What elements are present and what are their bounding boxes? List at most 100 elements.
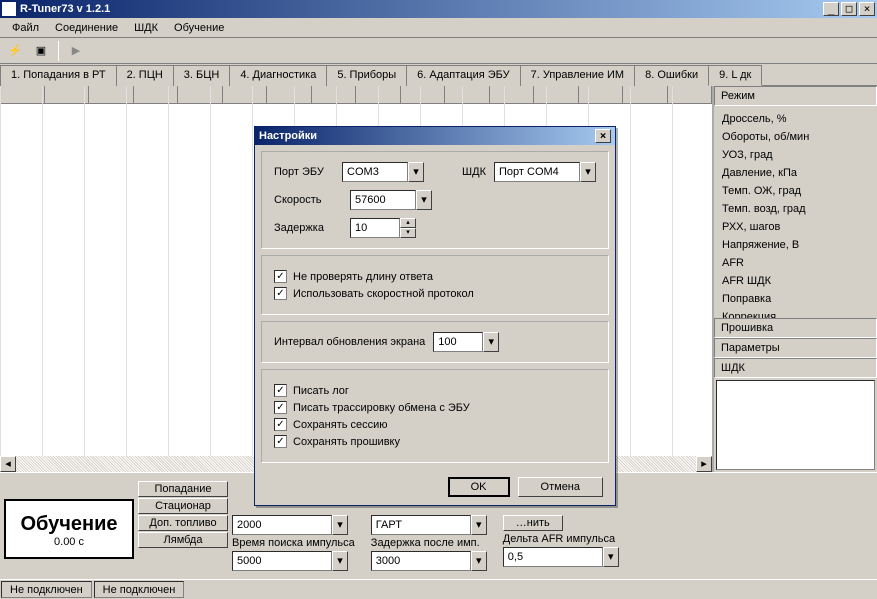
menu-shdk[interactable]: ШДК: [126, 20, 166, 36]
tab-control[interactable]: 7. Управление ИМ: [520, 65, 636, 86]
chk-fast-proto[interactable]: ✓: [274, 287, 287, 300]
menu-file[interactable]: Файл: [4, 20, 47, 36]
statusbar: Не подключен Не подключен: [0, 579, 877, 599]
chevron-down-icon[interactable]: ▾: [416, 190, 432, 210]
port-select[interactable]: [342, 162, 408, 182]
field1-input[interactable]: [232, 551, 332, 571]
dialog-close-icon[interactable]: ×: [595, 129, 611, 143]
status-2: Не подключен: [94, 581, 185, 598]
maximize-button[interactable]: □: [841, 2, 857, 16]
side-firmware-header[interactable]: Прошивка: [714, 318, 877, 338]
connect-icon[interactable]: ⚡: [4, 40, 26, 62]
teach-label: Обучение: [6, 513, 132, 536]
tab-hits[interactable]: 1. Попадания в РТ: [0, 65, 117, 86]
shdk-label: ШДК: [462, 166, 486, 178]
window-title: R-Tuner73 v 1.2.1: [20, 3, 821, 15]
chevron-down-icon[interactable]: ▾: [471, 515, 487, 535]
param-throttle[interactable]: Дроссель, %: [718, 110, 873, 128]
param-uoz[interactable]: УОЗ, град: [718, 146, 873, 164]
dialog-title: Настройки: [259, 130, 317, 142]
chk-fast-proto-label: Использовать скоростной протокол: [293, 288, 474, 300]
toolbar: ⚡ ▣ ▶: [0, 38, 877, 64]
minimize-button[interactable]: _: [823, 2, 839, 16]
hit-button[interactable]: Попадание: [138, 481, 228, 497]
titlebar: R-Tuner73 v 1.2.1 _ □ ×: [0, 0, 877, 18]
chevron-down-icon[interactable]: ▾: [332, 515, 348, 535]
tab-bcn[interactable]: 3. БЦН: [173, 65, 231, 86]
chk-trace-label: Писать трассировку обмена с ЭБУ: [293, 402, 470, 414]
side-parameters-header[interactable]: Параметры: [714, 338, 877, 358]
side-shdk-header[interactable]: ШДК: [714, 358, 877, 378]
field3-label: Дельта AFR импульса: [503, 533, 619, 545]
chk-save-session-label: Сохранять сессию: [293, 419, 388, 431]
tab-gauges[interactable]: 5. Приборы: [326, 65, 407, 86]
param-correction[interactable]: Поправка: [718, 290, 873, 308]
tab-errors[interactable]: 8. Ошибки: [634, 65, 709, 86]
speed-label: Скорость: [274, 194, 342, 206]
chevron-down-icon[interactable]: ▾: [332, 551, 348, 571]
param-afr[interactable]: AFR: [718, 254, 873, 272]
main-tabs: 1. Попадания в РТ 2. ПЦН 3. БЦН 4. Диагн…: [0, 64, 877, 86]
speed-select[interactable]: [350, 190, 416, 210]
lambda-button[interactable]: Лямбда: [138, 532, 228, 548]
chevron-down-icon[interactable]: ▾: [408, 162, 424, 182]
chk-save-fw-label: Сохранять прошивку: [293, 436, 400, 448]
param-rpm[interactable]: Обороты, об/мин: [718, 128, 873, 146]
record-icon[interactable]: ▣: [30, 40, 52, 62]
scroll-right-icon[interactable]: ▸: [696, 456, 712, 472]
settings-dialog: Настройки × Порт ЭБУ ▾ ШДК ▾ Скорость ▾ …: [254, 126, 616, 506]
cancel-button[interactable]: Отмена: [518, 477, 603, 497]
chk-no-length-label: Не проверять длину ответа: [293, 271, 433, 283]
stationary-button[interactable]: Стационар: [138, 498, 228, 514]
status-1: Не подключен: [1, 581, 92, 598]
param-airtemp[interactable]: Темп. возд, град: [718, 200, 873, 218]
field2-label: Задержка после имп.: [371, 537, 487, 549]
menu-training[interactable]: Обучение: [166, 20, 232, 36]
tab-ldk[interactable]: 9. L дк: [708, 65, 762, 86]
interval-select[interactable]: [433, 332, 483, 352]
tab-diag[interactable]: 4. Диагностика: [229, 65, 327, 86]
field3-input[interactable]: [503, 547, 603, 567]
chk-trace[interactable]: ✓: [274, 401, 287, 414]
tab-adapt[interactable]: 6. Адаптация ЭБУ: [406, 65, 520, 86]
param-afr-shdk[interactable]: AFR ШДК: [718, 272, 873, 290]
param-pressure[interactable]: Давление, кПа: [718, 164, 873, 182]
chk-no-length[interactable]: ✓: [274, 270, 287, 283]
side-mode-header[interactable]: Режим: [714, 86, 877, 106]
param-coolant[interactable]: Темп. ОЖ, град: [718, 182, 873, 200]
param-voltage[interactable]: Напряжение, В: [718, 236, 873, 254]
tab-pcn[interactable]: 2. ПЦН: [116, 65, 174, 86]
side-param-list: Дроссель, % Обороты, об/мин УОЗ, град Да…: [714, 106, 877, 318]
port-label: Порт ЭБУ: [274, 166, 334, 178]
param-corr2[interactable]: Коррекция: [718, 308, 873, 318]
delay-label: Задержка: [274, 222, 342, 234]
field2-input[interactable]: [371, 551, 471, 571]
teach-time: 0.00 с: [6, 536, 132, 548]
field2b-input[interactable]: [371, 515, 471, 535]
delay-input[interactable]: [350, 218, 400, 238]
field1-label: Время поиска импульса: [232, 537, 355, 549]
chk-log[interactable]: ✓: [274, 384, 287, 397]
shdk-select[interactable]: [494, 162, 580, 182]
menu-connection[interactable]: Соединение: [47, 20, 126, 36]
apply-button[interactable]: …нить: [503, 515, 563, 531]
spin-down-icon[interactable]: ▾: [400, 228, 416, 238]
chevron-down-icon[interactable]: ▾: [483, 332, 499, 352]
param-iac[interactable]: РХХ, шагов: [718, 218, 873, 236]
fuel-button[interactable]: Доп. топливо: [138, 515, 228, 531]
chevron-down-icon[interactable]: ▾: [603, 547, 619, 567]
menubar: Файл Соединение ШДК Обучение: [0, 18, 877, 38]
scroll-left-icon[interactable]: ◂: [0, 456, 16, 472]
teach-box: Обучение 0.00 с: [4, 499, 134, 559]
spin-up-icon[interactable]: ▴: [400, 218, 416, 228]
ok-button[interactable]: OK: [448, 477, 510, 497]
chevron-down-icon[interactable]: ▾: [580, 162, 596, 182]
field0-input[interactable]: [232, 515, 332, 535]
chk-save-session[interactable]: ✓: [274, 418, 287, 431]
close-button[interactable]: ×: [859, 2, 875, 16]
interval-label: Интервал обновления экрана: [274, 336, 425, 348]
play-icon[interactable]: ▶: [65, 40, 87, 62]
chk-save-fw[interactable]: ✓: [274, 435, 287, 448]
chevron-down-icon[interactable]: ▾: [471, 551, 487, 571]
chk-log-label: Писать лог: [293, 385, 349, 397]
